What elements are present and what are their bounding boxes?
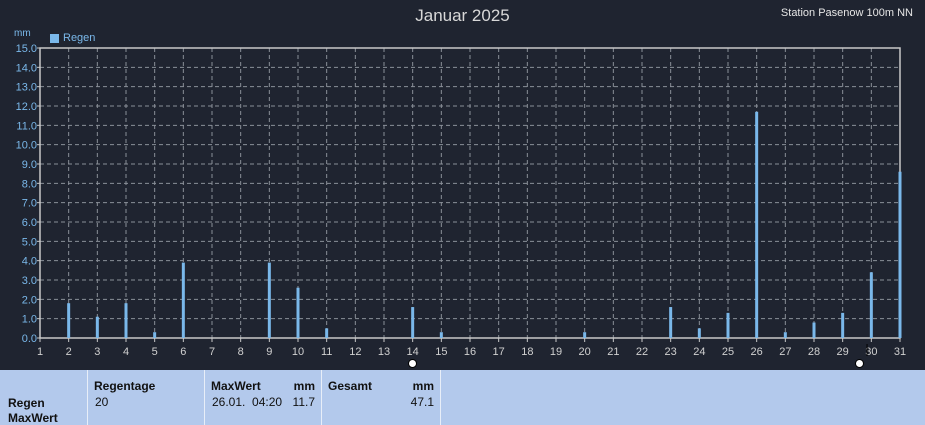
x-tick-label: 25	[722, 346, 734, 358]
maxwert-header: MaxWert	[211, 379, 261, 393]
rain-chart: 0.01.02.03.04.05.06.07.08.09.010.011.012…	[16, 43, 907, 358]
x-tick-label: 2	[66, 346, 72, 358]
rain-bar	[439, 332, 443, 338]
summary-panel: Regen MaxWert Regentage 20 MaxWert mm 26…	[0, 370, 925, 425]
rain-bar	[726, 312, 730, 338]
maxwert-time: 26.01. 04:20	[212, 395, 283, 409]
regentage-cell: Regentage 20	[88, 370, 205, 425]
rain-bar	[755, 111, 759, 338]
x-tick-label: 24	[693, 346, 705, 358]
y-tick-label: 2.0	[22, 294, 37, 306]
y-tick-label: 10.0	[16, 140, 37, 152]
x-tick-label: 31	[894, 346, 906, 358]
y-tick-label: 9.0	[22, 159, 37, 171]
rain-bar	[869, 272, 873, 338]
x-tick-label: 27	[779, 346, 791, 358]
rain-bar	[898, 171, 902, 338]
y-tick-label: 6.0	[22, 217, 37, 229]
x-tick-label: 23	[665, 346, 677, 358]
x-tick-label: 28	[808, 346, 820, 358]
rain-bar	[583, 332, 587, 338]
rain-bar	[812, 322, 816, 338]
x-tick-label: 17	[493, 346, 505, 358]
maxwert-unit: mm	[293, 379, 315, 393]
legend-label: Regen	[63, 32, 96, 44]
rain-bar	[67, 303, 71, 338]
x-tick-label: 22	[636, 346, 648, 358]
x-tick-label: 21	[607, 346, 619, 358]
full-moon-icon	[408, 359, 417, 368]
rain-bar	[783, 332, 787, 338]
x-tick-label: 19	[550, 346, 562, 358]
rain-bar	[124, 303, 128, 338]
y-tick-label: 0.0	[22, 333, 37, 345]
y-tick-label: 14.0	[16, 62, 37, 74]
y-tick-label: 8.0	[22, 178, 37, 190]
rain-bar	[296, 287, 300, 338]
rain-bar	[411, 307, 415, 338]
rain-bar	[669, 307, 673, 338]
y-tick-label: 1.0	[22, 314, 37, 326]
x-tick-label: 26	[751, 346, 763, 358]
gesamt-cell: Gesamt mm 47.1	[322, 370, 441, 425]
x-tick-label: 5	[152, 346, 158, 358]
y-tick-label: 7.0	[22, 198, 37, 210]
maxwert-value: 11.7	[292, 395, 315, 409]
rain-bar	[267, 262, 271, 338]
rain-bar	[95, 316, 99, 338]
x-tick-label: 4	[123, 346, 129, 358]
legend-swatch	[50, 33, 59, 43]
gesamt-value: 47.1	[410, 395, 434, 409]
y-tick-label: 11.0	[16, 120, 37, 132]
x-tick-label: 6	[180, 346, 186, 358]
x-tick-label: 29	[837, 346, 849, 358]
x-tick-label: 9	[266, 346, 272, 358]
y-tick-label: 13.0	[16, 82, 37, 94]
new-moon-icon	[855, 359, 864, 368]
regentage-value: 20	[95, 395, 109, 409]
rain-bar	[153, 332, 157, 338]
x-tick-label: 12	[349, 346, 361, 358]
x-tick-label: 13	[378, 346, 390, 358]
x-tick-label: 11	[321, 346, 332, 358]
y-tick-label: 5.0	[22, 236, 37, 248]
y-unit-label: mm	[14, 28, 31, 39]
x-tick-label: 14	[407, 346, 419, 358]
x-tick-label: 10	[292, 346, 304, 358]
y-tick-label: 15.0	[16, 43, 37, 55]
station-label: Station Pasenow 100m NN	[780, 7, 913, 19]
maxwert-cell: MaxWert mm 26.01. 04:20 11.7	[205, 370, 322, 425]
legend[interactable]: Regen	[50, 32, 95, 44]
x-tick-label: 1	[37, 346, 43, 358]
gesamt-unit: mm	[412, 379, 434, 393]
x-tick-label: 7	[209, 346, 215, 358]
y-tick-label: 4.0	[22, 256, 37, 268]
rain-bar	[181, 262, 185, 338]
rain-bar	[841, 312, 845, 338]
summary-label-maxwert: MaxWert	[8, 411, 58, 425]
summary-row-labels: Regen MaxWert	[0, 370, 88, 425]
x-tick-label: 18	[521, 346, 533, 358]
x-tick-label: 20	[579, 346, 591, 358]
rain-bar	[697, 328, 701, 338]
x-tick-label: 8	[238, 346, 244, 358]
gesamt-header: Gesamt	[328, 379, 373, 393]
summary-label-regen: Regen	[8, 396, 45, 410]
x-tick-label: 3	[94, 346, 100, 358]
x-tick-label: 15	[435, 346, 447, 358]
chart-area: 0.0 1.0 2.0 3.0 4.0 5.0 6.0 7.0 8.0 9.0 10.0 11.0 12…	[0, 0, 925, 370]
rain-bar	[325, 328, 329, 338]
y-tick-label: 3.0	[22, 275, 37, 287]
y-tick-label: 12.0	[16, 101, 37, 113]
x-tick-label: 16	[464, 346, 476, 358]
regentage-header: Regentage	[94, 379, 156, 393]
